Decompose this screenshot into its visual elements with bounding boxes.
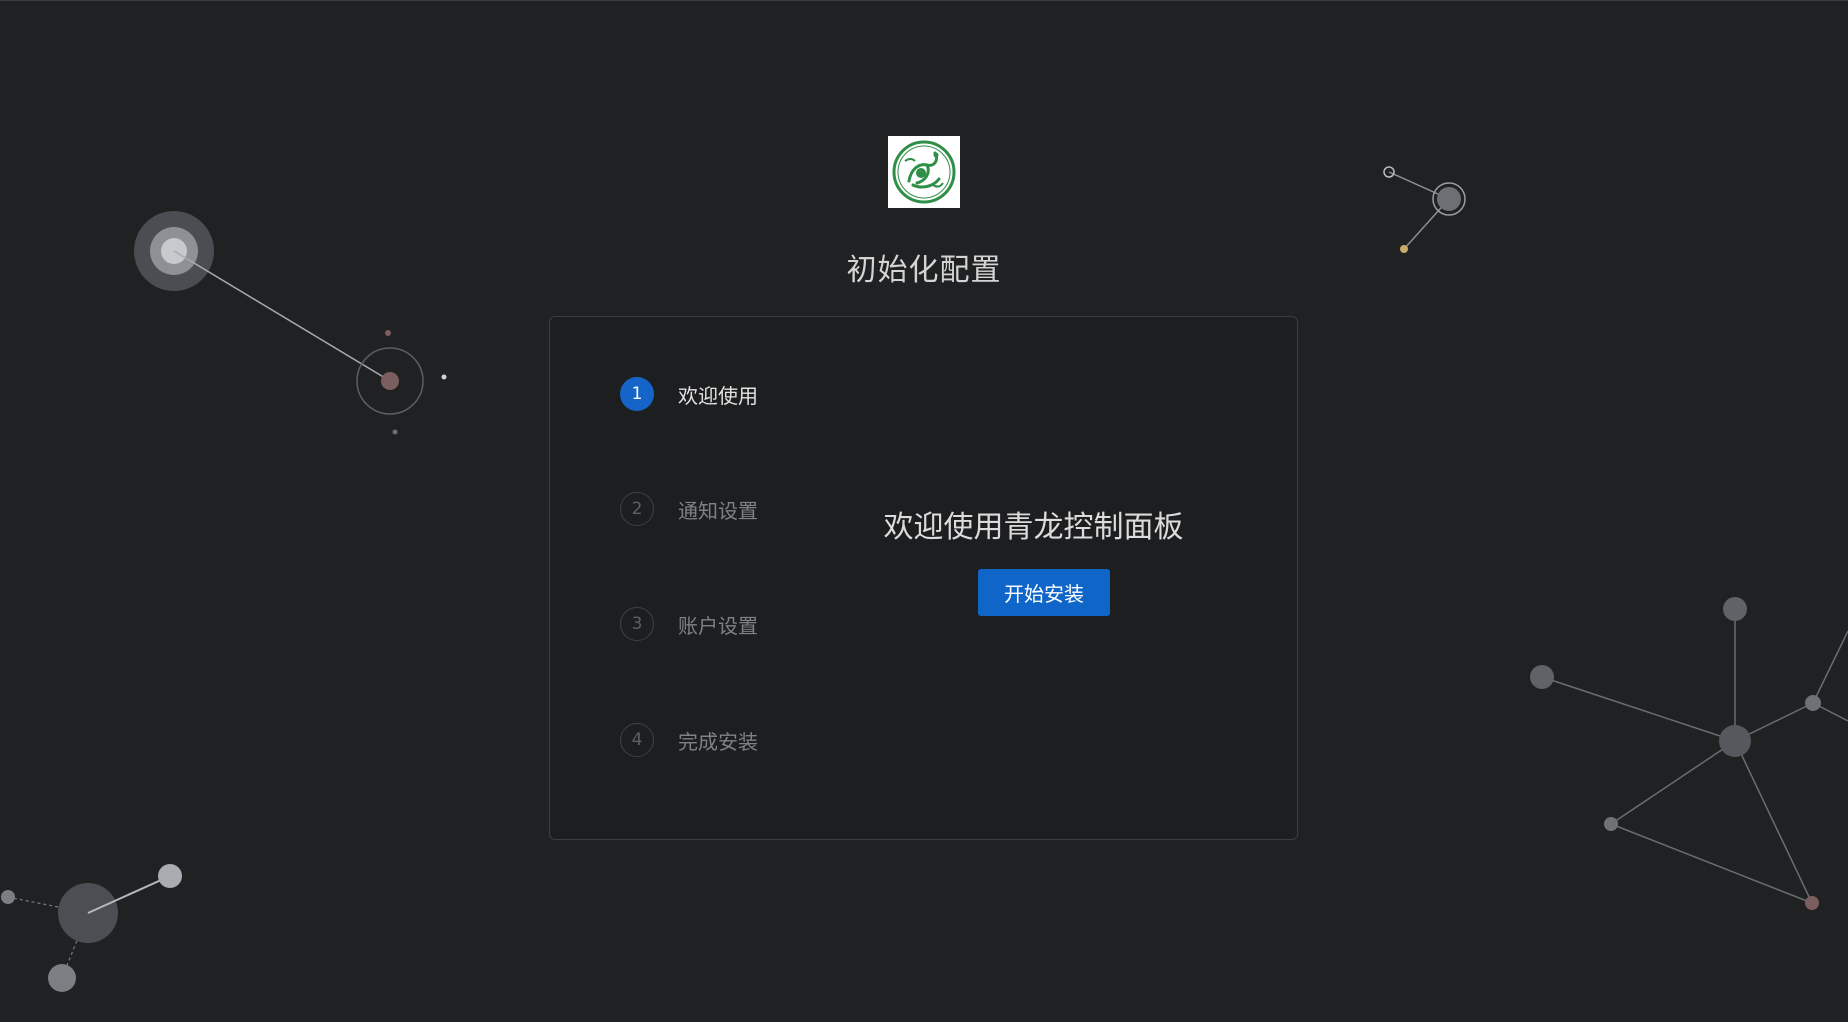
setup-page: 初始化配置 1 欢迎使用 2 通知设置 3 账户设置 4 完成安装 欢迎使用青龙… — [0, 0, 1848, 1022]
step-account: 3 账户设置 — [620, 605, 810, 643]
step-label: 账户设置 — [678, 613, 758, 638]
step-index: 3 — [620, 607, 654, 641]
step-finish: 4 完成安装 — [620, 721, 810, 759]
qinglong-logo — [888, 136, 960, 208]
start-install-button[interactable]: 开始安装 — [978, 569, 1110, 616]
step-index: 1 — [620, 377, 654, 411]
step-welcome: 1 欢迎使用 — [620, 375, 810, 413]
step-label: 完成安装 — [678, 729, 758, 754]
setup-card: 1 欢迎使用 2 通知设置 3 账户设置 4 完成安装 欢迎使用青龙控制面板 开… — [549, 316, 1298, 840]
welcome-heading: 欢迎使用青龙控制面板 — [883, 510, 1184, 545]
step-index: 4 — [620, 723, 654, 757]
step-label: 欢迎使用 — [678, 383, 758, 408]
dragon-logo-icon — [892, 140, 956, 204]
page-title: 初始化配置 — [846, 253, 1002, 288]
